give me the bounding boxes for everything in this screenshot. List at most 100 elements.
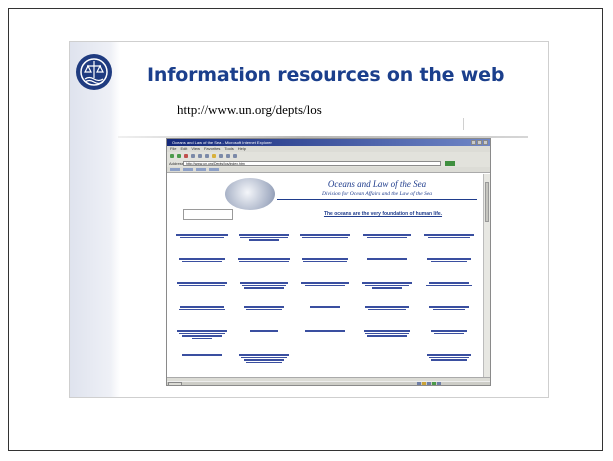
link-cell[interactable] bbox=[358, 256, 416, 280]
link-cell[interactable] bbox=[297, 352, 355, 376]
link-text-line[interactable] bbox=[428, 236, 471, 238]
mail-icon[interactable] bbox=[226, 154, 230, 158]
link-text-line[interactable] bbox=[181, 335, 222, 337]
link-cell[interactable] bbox=[420, 256, 478, 280]
link-text-line[interactable] bbox=[301, 282, 350, 284]
link-text-line[interactable] bbox=[372, 287, 403, 289]
link-cell[interactable] bbox=[235, 256, 293, 280]
link-text-line[interactable] bbox=[243, 359, 284, 361]
link-text-line[interactable] bbox=[181, 260, 222, 262]
history-icon[interactable] bbox=[219, 154, 223, 158]
link-cell[interactable] bbox=[358, 232, 416, 256]
link-text-line[interactable] bbox=[300, 234, 351, 236]
links-item[interactable] bbox=[209, 168, 219, 171]
link-text-line[interactable] bbox=[431, 330, 468, 332]
link-text-line[interactable] bbox=[178, 258, 225, 260]
link-text-line[interactable] bbox=[178, 332, 225, 334]
link-text-line[interactable] bbox=[367, 236, 408, 238]
link-text-line[interactable] bbox=[368, 308, 407, 310]
link-cell[interactable] bbox=[420, 304, 478, 328]
link-cell[interactable] bbox=[235, 280, 293, 304]
print-icon[interactable] bbox=[233, 154, 237, 158]
back-icon[interactable] bbox=[170, 154, 174, 158]
link-text-line[interactable] bbox=[429, 282, 470, 284]
link-text-line[interactable] bbox=[362, 282, 413, 284]
tray-icon[interactable] bbox=[417, 382, 421, 385]
address-input[interactable] bbox=[183, 161, 441, 166]
link-text-line[interactable] bbox=[191, 337, 212, 339]
maximize-icon[interactable] bbox=[477, 140, 482, 145]
link-cell[interactable] bbox=[173, 328, 231, 352]
link-text-line[interactable] bbox=[238, 260, 289, 262]
link-text-line[interactable] bbox=[181, 354, 222, 356]
link-cell[interactable] bbox=[420, 232, 478, 256]
favorites-icon[interactable] bbox=[212, 154, 216, 158]
link-cell[interactable] bbox=[420, 280, 478, 304]
link-text-line[interactable] bbox=[243, 306, 284, 308]
link-text-line[interactable] bbox=[241, 284, 286, 286]
links-item[interactable] bbox=[183, 168, 193, 171]
tray-icon[interactable] bbox=[422, 382, 426, 385]
link-text-line[interactable] bbox=[245, 308, 282, 310]
link-text-line[interactable] bbox=[175, 234, 228, 236]
link-text-line[interactable] bbox=[431, 260, 468, 262]
link-text-line[interactable] bbox=[367, 335, 408, 337]
link-text-line[interactable] bbox=[424, 234, 475, 236]
link-cell[interactable] bbox=[235, 328, 293, 352]
scrollbar-thumb[interactable] bbox=[485, 182, 489, 222]
link-text-line[interactable] bbox=[245, 361, 282, 363]
link-text-line[interactable] bbox=[240, 356, 287, 358]
link-text-line[interactable] bbox=[434, 332, 465, 334]
link-text-line[interactable] bbox=[364, 330, 411, 332]
site-tagline[interactable]: The oceans are the very foundation of hu… bbox=[285, 211, 481, 217]
forward-icon[interactable] bbox=[177, 154, 181, 158]
link-text-line[interactable] bbox=[302, 258, 349, 260]
links-item[interactable] bbox=[196, 168, 206, 171]
link-cell[interactable] bbox=[173, 280, 231, 304]
link-cell[interactable] bbox=[420, 352, 478, 376]
link-text-line[interactable] bbox=[237, 258, 290, 260]
tray-icon[interactable] bbox=[432, 382, 436, 385]
link-text-line[interactable] bbox=[433, 308, 466, 310]
link-cell[interactable] bbox=[173, 232, 231, 256]
link-text-line[interactable] bbox=[427, 354, 472, 356]
link-cell[interactable] bbox=[297, 256, 355, 280]
link-cell[interactable] bbox=[420, 328, 478, 352]
link-cell[interactable] bbox=[358, 328, 416, 352]
link-text-line[interactable] bbox=[310, 306, 341, 308]
link-text-line[interactable] bbox=[305, 284, 346, 286]
link-cell[interactable] bbox=[173, 352, 231, 376]
minimize-icon[interactable] bbox=[471, 140, 476, 145]
link-text-line[interactable] bbox=[429, 356, 470, 358]
tray-icon[interactable] bbox=[437, 382, 441, 385]
search-icon[interactable] bbox=[205, 154, 209, 158]
link-text-line[interactable] bbox=[243, 287, 284, 289]
home-icon[interactable] bbox=[198, 154, 202, 158]
link-cell[interactable] bbox=[297, 280, 355, 304]
link-text-line[interactable] bbox=[303, 260, 348, 262]
link-text-line[interactable] bbox=[239, 282, 288, 284]
link-text-line[interactable] bbox=[176, 330, 227, 332]
link-cell[interactable] bbox=[297, 304, 355, 328]
links-item[interactable] bbox=[170, 168, 180, 171]
link-text-line[interactable] bbox=[427, 258, 472, 260]
link-cell[interactable] bbox=[358, 280, 416, 304]
link-cell[interactable] bbox=[297, 328, 355, 352]
vertical-scrollbar[interactable] bbox=[483, 174, 490, 377]
link-cell[interactable] bbox=[358, 304, 416, 328]
link-text-line[interactable] bbox=[248, 239, 279, 241]
link-text-line[interactable] bbox=[239, 236, 288, 238]
link-text-line[interactable] bbox=[367, 258, 408, 260]
link-text-line[interactable] bbox=[365, 284, 410, 286]
stop-icon[interactable] bbox=[184, 154, 188, 158]
link-text-line[interactable] bbox=[178, 284, 225, 286]
link-text-line[interactable] bbox=[179, 306, 224, 308]
link-cell[interactable] bbox=[235, 352, 293, 376]
link-text-line[interactable] bbox=[249, 330, 278, 332]
link-text-line[interactable] bbox=[302, 236, 349, 238]
link-cell[interactable] bbox=[235, 304, 293, 328]
tray-icon[interactable] bbox=[427, 382, 431, 385]
link-text-line[interactable] bbox=[426, 284, 473, 286]
link-text-line[interactable] bbox=[179, 236, 224, 238]
link-cell[interactable] bbox=[358, 352, 416, 376]
